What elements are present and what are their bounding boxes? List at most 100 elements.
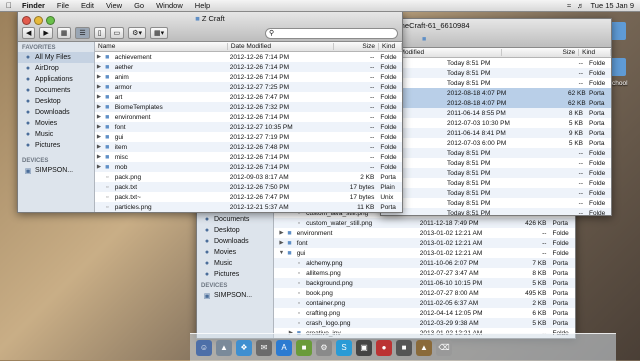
- app-dock-icon[interactable]: ■: [396, 339, 412, 356]
- sidebar-item-simpson[interactable]: ▣ SIMPSON...: [18, 165, 94, 176]
- table-row[interactable]: ▶ ■ font 2013-01-02 12:21 AM -- Folde: [274, 238, 575, 248]
- table-row[interactable]: ▫ custom_water_still.png 2011-12-18 7:49 P…: [274, 218, 575, 228]
- table-row[interactable]: ▫ book.png 2012-07-27 8:00 AM 495 KB Porta: [274, 288, 575, 298]
- back-sidebar-item-pictures[interactable]: ● Pictures: [197, 269, 273, 280]
- table-row[interactable]: ▼ ■ gui 2013-01-02 12:21 AM -- Folde: [274, 248, 575, 258]
- table-row[interactable]: 2012-07-03 10:30 PM 5 KB Porta: [381, 118, 611, 128]
- sidebar-item-all-my-files[interactable]: ● All My Files: [18, 52, 94, 63]
- sidebar-item-desktop[interactable]: ● Desktop: [18, 96, 94, 107]
- table-row[interactable]: ▶ ■ misc 2012-12-26 7:14 PM -- Folde: [95, 152, 402, 162]
- minecraft-dock-icon[interactable]: ■: [296, 339, 312, 356]
- view-icon-button[interactable]: ▦: [56, 27, 72, 39]
- action-button[interactable]: ⚙▾: [128, 27, 146, 39]
- menu-edit[interactable]: Edit: [75, 1, 100, 10]
- back-sidebar-item-simpson[interactable]: ▣ SIMPSON...: [197, 290, 273, 301]
- view-coverflow-button[interactable]: ▭: [109, 27, 125, 39]
- launchpad-dock-icon[interactable]: ▲: [216, 339, 232, 356]
- volume-icon[interactable]: ♬: [577, 1, 585, 10]
- right-titlebar[interactable]: imeCraft-61_6610984 ■: [381, 19, 611, 48]
- table-row[interactable]: ▶ ■ item 2012-12-26 7:48 PM -- Folde: [95, 142, 402, 152]
- front-titlebar[interactable]: ■ Z Craft ◀ ▶ ▦ ☰ ▯ ▭ ⚙▾ ▦▾ ⚲: [18, 12, 402, 42]
- disclosure-triangle-icon[interactable]: ▶: [95, 104, 103, 110]
- sidebar-item-downloads[interactable]: ● Downloads: [18, 107, 94, 118]
- column-name[interactable]: Name: [95, 43, 228, 50]
- disclosure-triangle-icon[interactable]: ▼: [278, 250, 286, 256]
- table-row[interactable]: Today 8:51 PM -- Folde: [381, 198, 611, 208]
- table-row[interactable]: Today 8:51 PM -- Folde: [381, 178, 611, 188]
- table-row[interactable]: ▶ ■ environment 2013-01-02 12:21 AM -- Folde: [274, 228, 575, 238]
- app-dock-icon[interactable]: ▣: [356, 339, 372, 356]
- table-row[interactable]: ▫ container.png 2011-02-05 6:37 AM 2 KB Port…: [274, 298, 575, 308]
- column-kind[interactable]: Kind: [579, 49, 611, 56]
- disclosure-triangle-icon[interactable]: ▶: [95, 144, 103, 150]
- table-row[interactable]: ▫ particles.png 2012-12-21 5:37 AM 11 KB Por…: [95, 202, 402, 212]
- column-date-modified[interactable]: Date Modified: [228, 43, 335, 50]
- disclosure-triangle-icon[interactable]: ▶: [95, 94, 103, 100]
- table-row[interactable]: ▶ ■ achievement 2012-12-26 7:14 PM -- Folde: [95, 52, 402, 62]
- table-row[interactable]: ▫ alchemy.png 2011-10-06 2:07 PM 7 KB Porta: [274, 258, 575, 268]
- arrange-button[interactable]: ▦▾: [149, 27, 169, 39]
- forward-nav-button[interactable]: ▶: [39, 27, 53, 39]
- menu-finder[interactable]: Finder: [16, 1, 51, 10]
- clock[interactable]: Tue 15 Jan 9: [590, 1, 634, 10]
- finder-dock-icon[interactable]: ☺: [196, 339, 212, 356]
- table-row[interactable]: Today 8:51 PM -- Folde: [381, 208, 611, 215]
- table-row[interactable]: ▶ ■ art 2012-12-26 7:47 PM -- Folde: [95, 92, 402, 102]
- sidebar-item-movies[interactable]: ● Movies: [18, 118, 94, 129]
- back-nav-button[interactable]: ◀: [22, 27, 36, 39]
- disclosure-triangle-icon[interactable]: ▶: [95, 74, 103, 80]
- menu-help[interactable]: Help: [189, 1, 216, 10]
- table-row[interactable]: ▶ ■ environment 2012-12-26 7:14 PM -- Folde: [95, 112, 402, 122]
- disclosure-triangle-icon[interactable]: ▶: [95, 154, 103, 160]
- table-row[interactable]: ▫ allitems.png 2012-07-27 3:47 AM 8 KB Porta: [274, 268, 575, 278]
- safari-dock-icon[interactable]: ❖: [236, 339, 252, 356]
- column-kind[interactable]: Kind: [379, 43, 402, 50]
- back-sidebar-item-desktop[interactable]: ● Desktop: [197, 225, 273, 236]
- sidebar-item-airdrop[interactable]: ● AirDrop: [18, 63, 94, 74]
- disclosure-triangle-icon[interactable]: ▶: [95, 164, 103, 170]
- table-row[interactable]: Today 8:51 PM -- Folde: [381, 158, 611, 168]
- table-row[interactable]: ▫ pack.png 2012-09-03 8:17 AM 2 KB Porta: [95, 172, 402, 182]
- sidebar-item-documents[interactable]: ● Documents: [18, 85, 94, 96]
- view-columns-button[interactable]: ▯: [93, 27, 106, 39]
- back-sidebar-item-downloads[interactable]: ● Downloads: [197, 236, 273, 247]
- table-row[interactable]: 2012-08-18 4:07 PM 62 KB Porta: [381, 88, 611, 98]
- app-dock-icon[interactable]: ●: [376, 339, 392, 356]
- sidebar-item-music[interactable]: ● Music: [18, 129, 94, 140]
- table-row[interactable]: Today 8:51 PM -- Folde: [381, 68, 611, 78]
- table-row[interactable]: 2011-06-14 8:41 PM 9 KB Porta: [381, 128, 611, 138]
- disclosure-triangle-icon[interactable]: ▶: [278, 240, 286, 246]
- mail-dock-icon[interactable]: ✉: [256, 339, 272, 356]
- table-row[interactable]: 2012-07-03 6:00 PM 5 KB Porta: [381, 138, 611, 148]
- menu-go[interactable]: Go: [128, 1, 150, 10]
- table-row[interactable]: ▶ ■ aether 2012-12-26 7:14 PM -- Folde: [95, 62, 402, 72]
- sidebar-item-pictures[interactable]: ● Pictures: [18, 140, 94, 151]
- table-row[interactable]: ▫ pack.txt~ 2012-12-26 7:47 PM 17 bytes Unix: [95, 192, 402, 202]
- disclosure-triangle-icon[interactable]: ▶: [278, 230, 286, 236]
- disclosure-triangle-icon[interactable]: ▶: [95, 84, 103, 90]
- system-prefs-dock-icon[interactable]: ⚙: [316, 339, 332, 356]
- table-row[interactable]: ▫ crash_logo.png 2012-03-29 9:38 AM 5 KB Por…: [274, 318, 575, 328]
- search-field[interactable]: ⚲: [265, 27, 398, 39]
- table-row[interactable]: Today 8:51 PM -- Folde: [381, 168, 611, 178]
- table-row[interactable]: ▶ ■ mob 2012-12-26 7:14 PM -- Folde: [95, 162, 402, 172]
- back-sidebar-item-movies[interactable]: ● Movies: [197, 247, 273, 258]
- table-row[interactable]: ▶ ■ armor 2012-12-27 7:25 PM -- Folde: [95, 82, 402, 92]
- sidebar-item-applications[interactable]: ● Applications: [18, 74, 94, 85]
- disclosure-triangle-icon[interactable]: ▶: [95, 134, 103, 140]
- disclosure-triangle-icon[interactable]: ▶: [95, 124, 103, 130]
- appstore-dock-icon[interactable]: A: [276, 339, 292, 356]
- column-size[interactable]: Size: [334, 43, 380, 50]
- disclosure-triangle-icon[interactable]: ▶: [95, 64, 103, 70]
- menu-file[interactable]: File: [51, 1, 75, 10]
- back-sidebar-item-music[interactable]: ● Music: [197, 258, 273, 269]
- trash-dock-icon[interactable]: ⌫: [436, 339, 452, 356]
- wifi-icon[interactable]: ≈: [567, 1, 571, 10]
- table-row[interactable]: Today 8:51 PM -- Folde: [381, 58, 611, 68]
- menu-window[interactable]: Window: [150, 1, 189, 10]
- table-row[interactable]: Today 8:51 PM -- Folde: [381, 148, 611, 158]
- column-size[interactable]: Size: [502, 49, 580, 56]
- table-row[interactable]: ▫ background.png 2011-06-10 10:15 PM 5 KB Po…: [274, 278, 575, 288]
- menu-view[interactable]: View: [100, 1, 128, 10]
- table-row[interactable]: ▶ ■ BiomeTemplates 2012-12-26 7:32 PM -- Fold…: [95, 102, 402, 112]
